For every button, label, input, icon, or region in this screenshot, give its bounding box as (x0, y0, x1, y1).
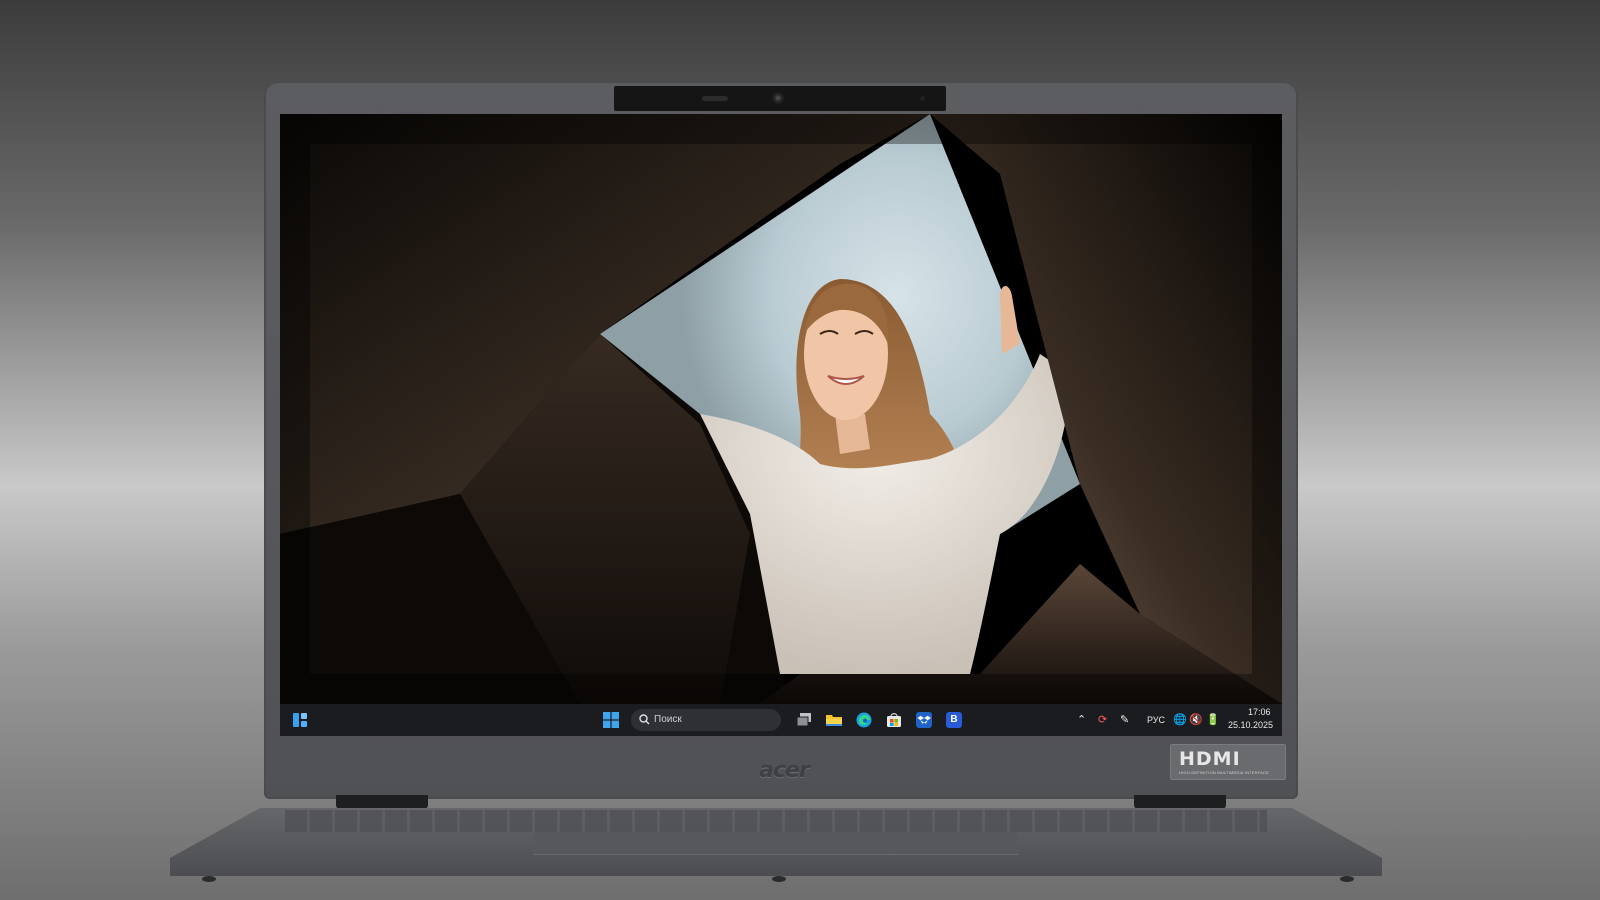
hdmi-logo-subtext: HIGH-DEFINITION MULTIMEDIA INTERFACE (1179, 770, 1270, 775)
pen-icon[interactable]: ✎ (1120, 714, 1129, 726)
sync-icon[interactable]: ⟳ (1098, 714, 1107, 726)
taskbar: Поиск B ⌃ ⟳ ✎ РУС 🌐 🔇 🔋 17:06 25.10.2025 (280, 704, 1282, 736)
clock-time[interactable]: 17:06 (1248, 707, 1271, 717)
search-placeholder: Поиск (654, 714, 682, 725)
task-view-icon[interactable] (796, 712, 812, 728)
battery-icon[interactable]: 🔋 (1206, 714, 1220, 726)
rubber-foot (772, 876, 786, 882)
webcam-lens-icon (772, 92, 784, 104)
microsoft-store-icon[interactable] (886, 712, 902, 728)
acer-logo: acer (759, 758, 810, 783)
touchpad (534, 832, 1018, 855)
taskbar-search-box[interactable]: Поиск (631, 709, 781, 731)
hdmi-logo-text: HDMI (1179, 748, 1241, 770)
keyboard-edge (285, 810, 1267, 832)
ambient-sensor (920, 96, 925, 101)
file-explorer-icon[interactable] (826, 712, 842, 728)
network-icon[interactable]: 🌐 (1173, 714, 1187, 726)
dropbox-icon[interactable] (916, 712, 932, 728)
rubber-foot (1340, 876, 1354, 882)
rubber-foot (202, 876, 216, 882)
app-b-icon[interactable]: B (946, 712, 962, 728)
desktop-wallpaper (280, 114, 1282, 704)
right-hinge (1134, 795, 1226, 809)
webcam-indicator-light (702, 96, 728, 101)
wallpaper-image (280, 114, 1282, 704)
widgets-icon[interactable] (292, 712, 308, 728)
windows-start-icon[interactable] (603, 712, 619, 728)
webcam-bar (614, 86, 946, 111)
chevron-up-icon[interactable]: ⌃ (1077, 714, 1086, 726)
language-indicator[interactable]: РУС (1147, 715, 1165, 725)
clock-date[interactable]: 25.10.2025 (1228, 720, 1273, 730)
hdmi-badge: HDMI HIGH-DEFINITION MULTIMEDIA INTERFAC… (1170, 744, 1286, 780)
volume-muted-icon[interactable]: 🔇 (1189, 714, 1203, 726)
display-screen: Поиск B ⌃ ⟳ ✎ РУС 🌐 🔇 🔋 17:06 25.10.2025 (280, 114, 1282, 736)
search-icon (639, 714, 650, 725)
left-hinge (336, 795, 428, 809)
edge-browser-icon[interactable] (856, 712, 872, 728)
